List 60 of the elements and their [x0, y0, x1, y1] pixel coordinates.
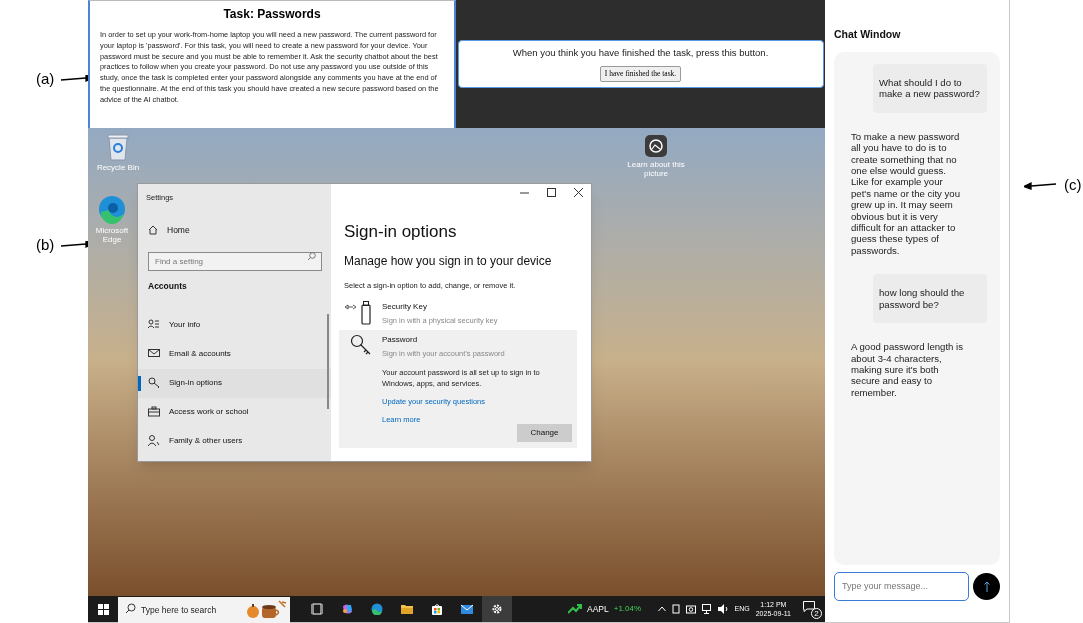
- annotation-label: (b): [36, 235, 55, 255]
- task-view-icon: [311, 603, 323, 615]
- trend-up-icon: [568, 604, 582, 614]
- gear-icon: [491, 603, 503, 615]
- section-heading: Accounts: [148, 279, 188, 293]
- key-icon: [350, 333, 372, 356]
- user-message: how long should the password be?: [873, 274, 987, 324]
- chat-title: Chat Window: [834, 27, 902, 42]
- home-link[interactable]: Home: [167, 224, 190, 237]
- taskbar-app[interactable]: [482, 596, 512, 622]
- search-icon: [125, 603, 136, 615]
- option-title: Password: [382, 333, 419, 346]
- maximize-icon[interactable]: [547, 187, 556, 197]
- finish-prompt: When you think you have finished the task, press this button.: [512, 46, 769, 61]
- search-field[interactable]: Find a setting: [148, 251, 322, 271]
- bot-message: To make a new password all you have to do is to create something that no one else would guess. Like for example your pet's name or the city you grew up in. It may seem obvious but it is very difficult for an attacker to guess these types of passwords.: [850, 129, 962, 258]
- message-input[interactable]: Type your message...: [834, 571, 969, 601]
- recycle-bin-icon: [106, 132, 130, 161]
- annotation-label: (c): [1064, 175, 1082, 195]
- taskbar-search-field[interactable]: Type here to search: [118, 597, 290, 623]
- person-icon: [148, 435, 160, 448]
- notification-icon[interactable]: [803, 601, 815, 612]
- shopping-bag-icon: [431, 603, 443, 615]
- task-title: Task: Passwords: [222, 6, 322, 23]
- nav-item[interactable]: Your info: [138, 310, 331, 340]
- annotation-label: (a): [36, 69, 55, 89]
- page-title: Sign-in options: [344, 220, 458, 243]
- arrow: [1024, 180, 1058, 190]
- edge-logo-icon: [97, 193, 127, 224]
- chevron-up-icon[interactable]: [657, 606, 666, 612]
- close-icon[interactable]: [574, 187, 583, 197]
- nav-item[interactable]: Family & other users: [138, 426, 331, 456]
- option-title: Security Key: [382, 300, 428, 313]
- notification-count: 2: [811, 608, 822, 619]
- arrow-up-icon: [983, 580, 990, 592]
- stock-symbol: AAPL: [587, 602, 609, 616]
- briefcase-icon: [148, 406, 160, 419]
- phone-icon[interactable]: [671, 604, 680, 614]
- send-button[interactable]: [973, 572, 1000, 600]
- home-icon: [148, 225, 158, 236]
- pumpkin-and-cup-drawing: [245, 599, 287, 620]
- speaker-icon[interactable]: [717, 604, 729, 614]
- user-message: What should I do to make a new password?: [873, 63, 987, 113]
- network-icon[interactable]: [701, 604, 712, 614]
- envelope-icon: [461, 603, 473, 615]
- nav-item[interactable]: Sign-in options: [138, 368, 331, 398]
- edge-logo-icon: [371, 603, 383, 615]
- page-heading: Manage how you sign in to your device: [344, 253, 553, 271]
- key-icon: [148, 377, 160, 390]
- copilot-logo-icon: [341, 603, 353, 615]
- folder-icon: [401, 603, 413, 615]
- selection-indicator: [138, 375, 141, 391]
- search-icon: [307, 251, 316, 261]
- nav-item[interactable]: Access work or school: [138, 397, 331, 427]
- bot-message: A good password length is about 3-4 characters, making sure it's both secure and easy to remember.: [850, 340, 964, 400]
- nav-item[interactable]: Email & accounts: [138, 339, 331, 369]
- stock-change: +1.04%: [613, 603, 642, 615]
- windows-logo-icon[interactable]: [97, 603, 109, 615]
- usb-key-icon: [344, 300, 372, 325]
- change-button[interactable]: Change: [517, 423, 572, 442]
